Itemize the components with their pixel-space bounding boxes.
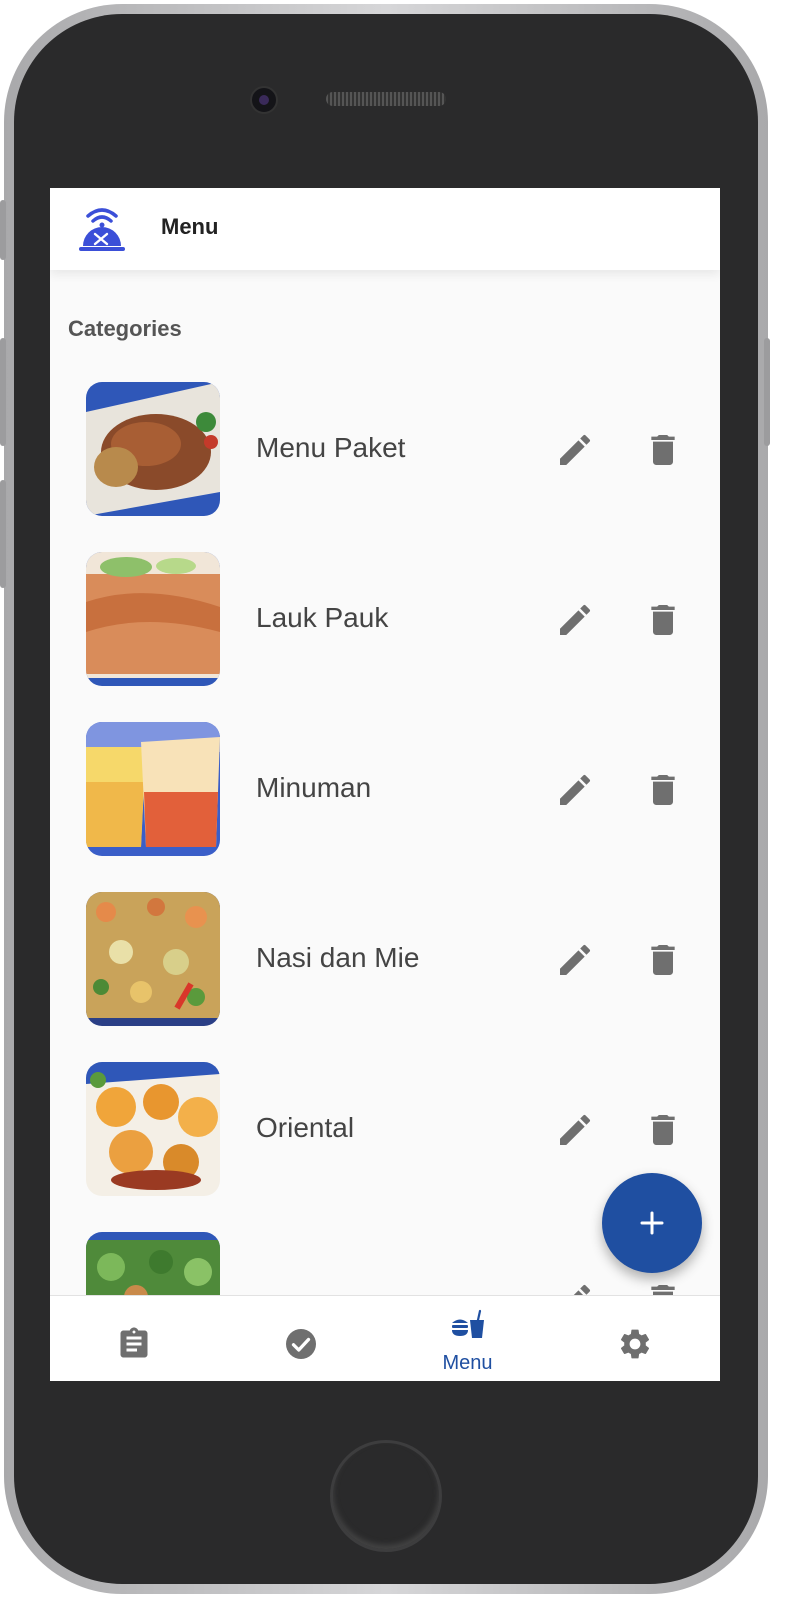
section-title: Categories: [68, 316, 182, 341]
nav-item-completed[interactable]: [217, 1296, 384, 1381]
category-image-oriental: [86, 1062, 220, 1196]
pencil-icon[interactable]: [555, 430, 595, 470]
plus-icon: [640, 1211, 664, 1235]
trash-icon[interactable]: [643, 600, 683, 640]
pencil-icon[interactable]: [555, 940, 595, 980]
pencil-icon[interactable]: [555, 600, 595, 640]
trash-icon[interactable]: [643, 940, 683, 980]
phone-power-button: [764, 338, 770, 446]
phone-silent-switch: [0, 200, 6, 260]
category-row[interactable]: Menu Paket: [50, 382, 720, 552]
page-title: Menu: [161, 214, 219, 239]
trash-icon[interactable]: [643, 1110, 683, 1150]
category-row[interactable]: Minuman: [50, 722, 720, 892]
check-circle-icon: [286, 1329, 316, 1359]
category-image-lauk-pauk: [86, 552, 220, 686]
gear-icon: [620, 1329, 650, 1359]
front-camera: [250, 86, 278, 114]
category-name: Lauk Pauk: [256, 602, 389, 633]
category-image-menu-paket: [86, 382, 220, 516]
add-category-button[interactable]: [602, 1173, 702, 1273]
nav-item-orders[interactable]: [50, 1296, 217, 1381]
category-name: Oriental: [256, 1112, 355, 1143]
category-row[interactable]: Lauk Pauk: [50, 552, 720, 722]
category-name: Nasi dan Mie: [256, 942, 420, 973]
restaurant-wifi-logo-icon: [79, 208, 125, 251]
pencil-icon[interactable]: [555, 1110, 595, 1150]
nav-label-menu: Menu: [442, 1352, 493, 1374]
earpiece-speaker: [326, 92, 446, 106]
bottom-navigation: Menu: [50, 1295, 720, 1381]
clipboard-icon: [120, 1327, 148, 1358]
fastfood-icon: [452, 1309, 484, 1338]
app-bar: Menu: [50, 188, 720, 270]
category-image-nasi-dan-mie: [86, 892, 220, 1026]
trash-icon[interactable]: [643, 430, 683, 470]
category-name: Minuman: [256, 772, 372, 803]
trash-icon[interactable]: [643, 770, 683, 810]
category-name: Menu Paket: [256, 432, 406, 463]
app-screen: Menu Categories Menu Paket Lauk Pauk Min…: [50, 188, 720, 1381]
phone-volume-down: [0, 480, 6, 588]
category-row[interactable]: Nasi dan Mie: [50, 892, 720, 1062]
nav-item-settings[interactable]: [551, 1296, 718, 1381]
pencil-icon[interactable]: [555, 770, 595, 810]
nav-item-menu[interactable]: Menu: [384, 1296, 551, 1381]
category-image-minuman: [86, 722, 220, 856]
phone-volume-up: [0, 338, 6, 446]
home-button[interactable]: [330, 1440, 442, 1552]
